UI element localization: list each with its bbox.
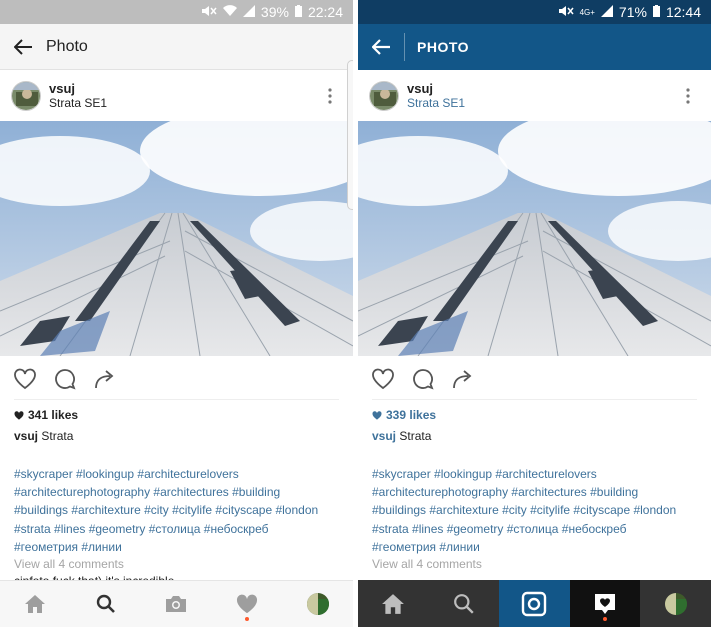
home-icon [382,593,405,614]
post-header: vsuj Strata SE1 [358,73,711,119]
hashtag-line[interactable]: #buildings #architexture #city #citylife… [14,501,345,519]
view-comments-link[interactable]: View all 4 comments [372,557,482,571]
hashtag-line[interactable]: #strata #lines #geometry #столица #небос… [14,520,345,538]
nav-activity[interactable] [212,581,283,627]
post-username[interactable]: vsuj [407,82,465,96]
activity-heart-icon [237,594,258,614]
post-header: vsuj Strata SE1 [0,73,353,119]
status-bar: 4G+ 71% 12:44 [358,0,711,24]
caption-username[interactable]: vsuj [372,429,396,443]
nav-search[interactable] [429,580,500,627]
nav-home[interactable] [0,581,71,627]
heart-icon[interactable] [12,366,38,392]
nav-profile[interactable] [640,580,711,627]
nav-camera[interactable] [141,581,212,627]
bottom-nav [0,580,353,627]
search-icon [96,594,115,613]
avatar[interactable] [11,81,41,111]
profile-avatar [306,593,329,615]
caption-username[interactable]: vsuj [14,429,38,443]
home-icon [25,595,46,613]
appbar-separator [404,33,405,61]
right-phone-screen: 4G+ 71% 12:44 PHOTO vsuj Strata SE1 339 … [358,0,711,627]
back-arrow-icon[interactable] [358,24,404,70]
small-heart-icon [14,410,24,420]
profile-avatar [664,592,687,615]
more-options-icon[interactable] [327,87,333,105]
app-bar: PHOTO [358,24,711,70]
hashtag-line[interactable]: #геометрия #линии [14,538,345,556]
camera-icon [522,591,547,616]
signal-icon [242,4,255,20]
hashtags: #skycraper #lookingup #architecturelover… [372,465,703,556]
battery-percentage: 39% [260,4,289,20]
caption: vsuj Strata [372,429,431,443]
notification-dot [245,617,250,621]
hashtag-line[interactable]: #skycraper #lookingup #architecturelover… [372,465,703,483]
activity-heart-icon [595,593,616,614]
heart-icon[interactable] [370,366,396,392]
post-actions [0,364,353,394]
notification-dot [603,617,608,621]
page-title: Photo [46,37,88,55]
hashtag-line[interactable]: #strata #lines #geometry #столица #небос… [372,520,703,538]
nav-home[interactable] [358,580,429,627]
divider [14,399,339,400]
network-type: 4G+ [579,7,595,17]
page-title: PHOTO [417,39,470,55]
search-icon [453,593,474,614]
signal-icon [600,4,613,20]
post-location[interactable]: Strata SE1 [49,96,107,110]
battery-icon [294,4,302,20]
camera-icon [166,596,187,612]
comment-icon[interactable] [410,366,436,392]
hashtag-line[interactable]: #геометрия #линии [372,538,703,556]
nav-search[interactable] [71,581,142,627]
share-icon[interactable] [92,366,118,392]
likes-label: 341 likes [28,408,79,422]
nav-camera[interactable] [499,580,570,627]
mute-icon [201,5,217,20]
status-time: 22:24 [307,4,343,20]
post-username[interactable]: vsuj [49,82,107,96]
nav-profile[interactable] [282,581,353,627]
post-actions [358,364,711,394]
hashtag-line[interactable]: #buildings #architexture #city #citylife… [372,501,703,519]
likes-label: 339 likes [386,408,437,422]
hashtag-line[interactable]: #skycraper #lookingup #architecturelover… [14,465,345,483]
comment-icon[interactable] [52,366,78,392]
back-arrow-icon[interactable] [0,24,46,70]
post-photo[interactable] [358,121,711,356]
app-bar: Photo [0,24,353,70]
view-comments-link[interactable]: View all 4 comments [14,557,124,571]
likes-count[interactable]: 339 likes [372,408,436,422]
share-icon[interactable] [450,366,476,392]
divider [372,399,697,400]
hashtags: #skycraper #lookingup #architecturelover… [14,465,345,556]
battery-icon [652,4,660,20]
likes-count[interactable]: 341 likes [14,408,78,422]
more-options-icon[interactable] [685,87,691,105]
post-location[interactable]: Strata SE1 [407,96,465,110]
nav-activity[interactable] [569,580,641,627]
avatar[interactable] [369,81,399,111]
battery-percentage: 71% [618,4,647,20]
wifi-icon [222,4,237,20]
hashtag-line[interactable]: #architecturephotography #architectures … [14,483,345,501]
status-bar: 39% 22:24 [0,0,353,24]
hashtag-line[interactable]: #architecturephotography #architectures … [372,483,703,501]
small-heart-icon [372,410,382,420]
mute-icon [558,5,574,20]
left-phone-screen: 39% 22:24 Photo vsuj Strata SE1 341 like… [0,0,353,627]
caption-text: Strata [41,429,74,443]
post-photo[interactable] [0,121,353,356]
caption-text: Strata [399,429,432,443]
bottom-nav [358,580,711,627]
caption: vsuj Strata [14,429,73,443]
status-time: 12:44 [665,4,701,20]
